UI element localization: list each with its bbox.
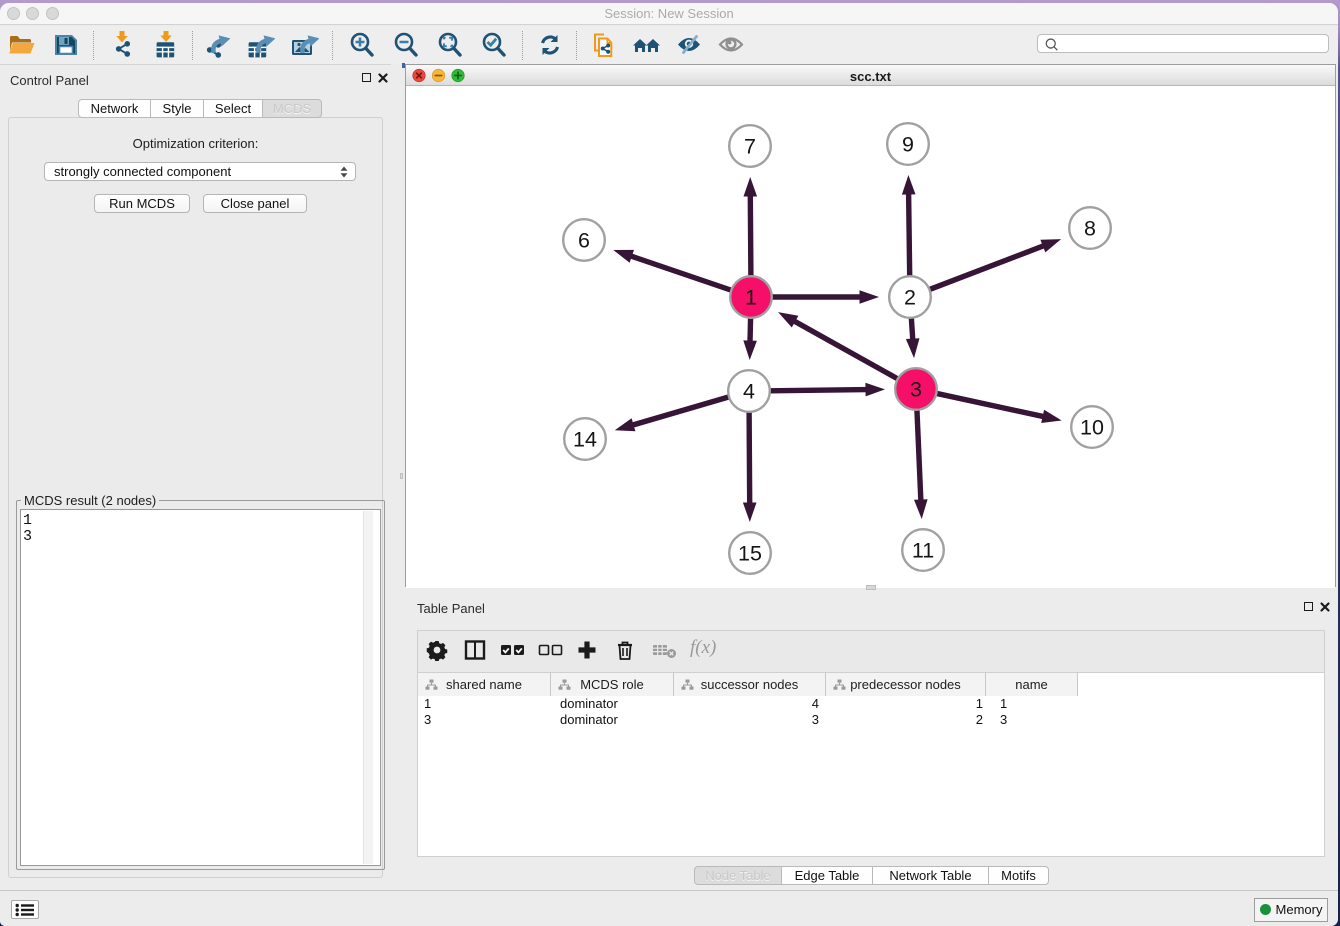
svg-text:1: 1: [745, 286, 757, 310]
svg-text:9: 9: [902, 133, 914, 157]
svg-text:10: 10: [1080, 416, 1104, 440]
svg-text:7: 7: [744, 135, 756, 159]
svg-text:11: 11: [912, 539, 934, 563]
svg-text:3: 3: [910, 378, 922, 402]
svg-text:2: 2: [904, 286, 916, 310]
svg-text:4: 4: [743, 380, 755, 404]
svg-text:6: 6: [578, 229, 590, 253]
svg-text:14: 14: [573, 428, 597, 452]
svg-text:15: 15: [738, 542, 762, 566]
svg-text:8: 8: [1084, 217, 1096, 241]
